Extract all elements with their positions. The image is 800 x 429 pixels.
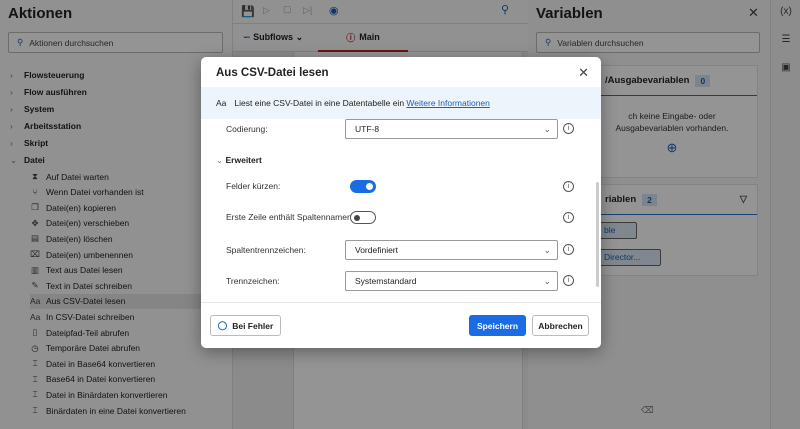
- header-row-label: Erste Zeile enthält Spaltennamen:: [226, 212, 355, 222]
- trim-label: Felder kürzen:: [226, 181, 281, 191]
- text-icon: Aa: [216, 98, 227, 108]
- chevron-down-icon: ⌄: [543, 275, 551, 286]
- chevron-down-icon: ⌄: [543, 123, 551, 134]
- save-button[interactable]: Speichern: [469, 315, 526, 336]
- sep-value: Systemstandard: [355, 276, 417, 286]
- info-banner: Aa Liest eine CSV-Datei in eine Datentab…: [201, 87, 601, 119]
- encoding-label: Codierung:: [226, 124, 268, 134]
- info-icon[interactable]: i: [563, 123, 574, 134]
- chevron-down-icon: ⌄: [216, 155, 224, 165]
- dialog-title: Aus CSV-Datei lesen: [216, 67, 329, 79]
- trim-toggle[interactable]: [350, 180, 376, 193]
- encoding-value: UTF-8: [355, 124, 380, 134]
- encoding-select[interactable]: UTF-8 ⌄: [345, 119, 558, 139]
- divider: [201, 302, 601, 303]
- more-info-link[interactable]: Weitere Informationen: [406, 98, 489, 108]
- sep-select[interactable]: Systemstandard ⌄: [345, 271, 558, 291]
- column-sep-select[interactable]: Vordefiniert ⌄: [345, 240, 558, 260]
- info-icon[interactable]: i: [563, 275, 574, 286]
- info-icon[interactable]: i: [563, 244, 574, 255]
- scrollbar[interactable]: [596, 182, 599, 287]
- column-sep-value: Vordefiniert: [355, 245, 398, 255]
- advanced-label: Erweitert: [225, 155, 262, 165]
- sep-label: Trennzeichen:: [226, 276, 280, 286]
- advanced-section-toggle[interactable]: ⌄ Erweitert: [216, 155, 262, 166]
- dialog-description: Liest eine CSV-Datei in eine Datentabell…: [234, 98, 405, 108]
- close-icon[interactable]: ✕: [578, 65, 589, 81]
- csv-read-dialog: Aus CSV-Datei lesen ✕ Aa Liest eine CSV-…: [201, 57, 601, 348]
- info-icon[interactable]: i: [563, 181, 574, 192]
- shield-icon: ◯: [217, 320, 228, 330]
- chevron-down-icon: ⌄: [543, 244, 551, 255]
- cancel-button[interactable]: Abbrechen: [532, 315, 589, 336]
- on-error-button[interactable]: ◯ Bei Fehler: [210, 315, 281, 336]
- header-row-toggle[interactable]: [350, 211, 376, 224]
- on-error-label: Bei Fehler: [232, 320, 274, 331]
- column-sep-label: Spaltentrennzeichen:: [226, 245, 306, 255]
- info-icon[interactable]: i: [563, 212, 574, 223]
